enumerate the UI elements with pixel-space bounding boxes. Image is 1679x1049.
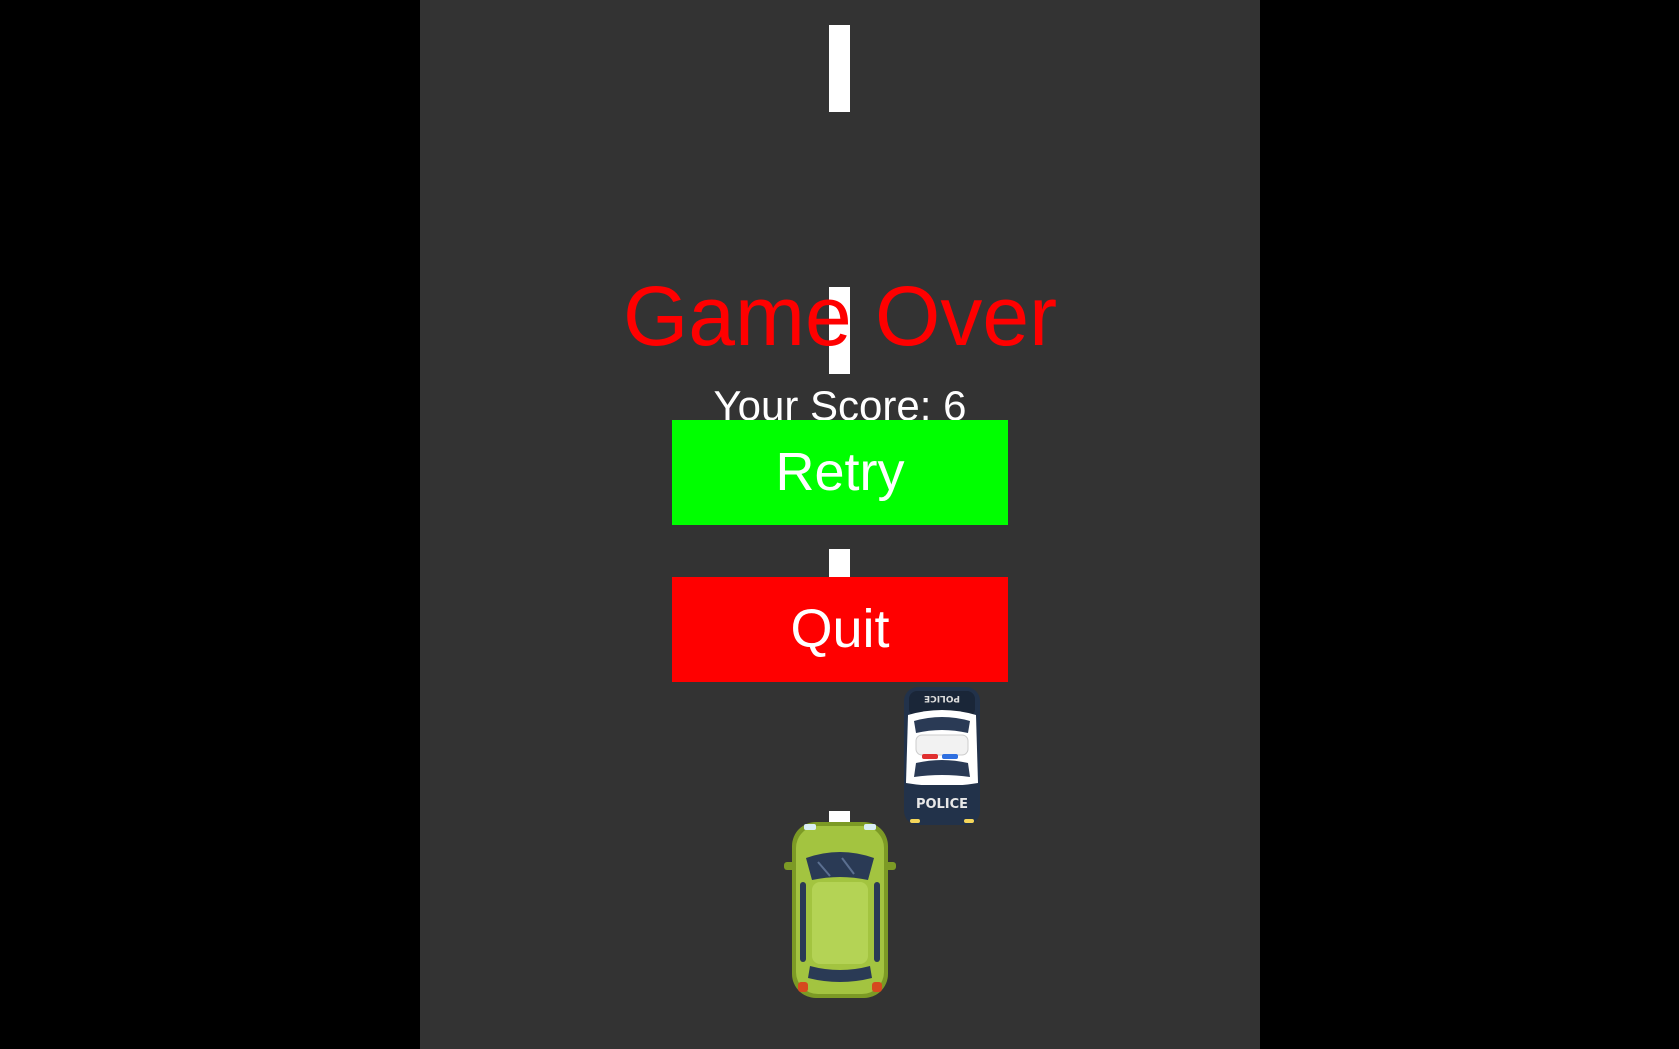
player-mirror-right [884,862,896,870]
player-car-sprite [784,822,896,998]
police-headlight-left [910,819,920,823]
police-siren-red [922,754,938,759]
player-taillight-left [798,982,808,992]
player-mirror-left [784,862,796,870]
player-side-window-left [800,882,806,962]
player-taillight-right [872,982,882,992]
game-canvas: Game Over Your Score: 6 Retry Quit POLIC… [0,0,1679,1049]
game-over-title: Game Over [622,269,1058,363]
police-car-roof-label: POLICE [924,693,960,703]
player-headlight-left [804,824,816,830]
police-car-label: POLICE [916,797,968,812]
player-car-windshield [806,852,874,880]
road: Game Over Your Score: 6 Retry Quit POLIC… [420,0,1260,1049]
retry-button[interactable]: Retry [672,420,1008,525]
police-car-roof [915,734,969,756]
police-car-windshield [914,760,970,777]
player-headlight-right [864,824,876,830]
player-car-roof [812,882,868,964]
lane-marking [829,25,850,112]
quit-button[interactable]: Quit [672,577,1008,682]
police-siren-blue [942,754,958,759]
police-car-sprite: POLICE POLICE [904,687,980,825]
player-side-window-right [874,882,880,962]
police-headlight-right [964,819,974,823]
